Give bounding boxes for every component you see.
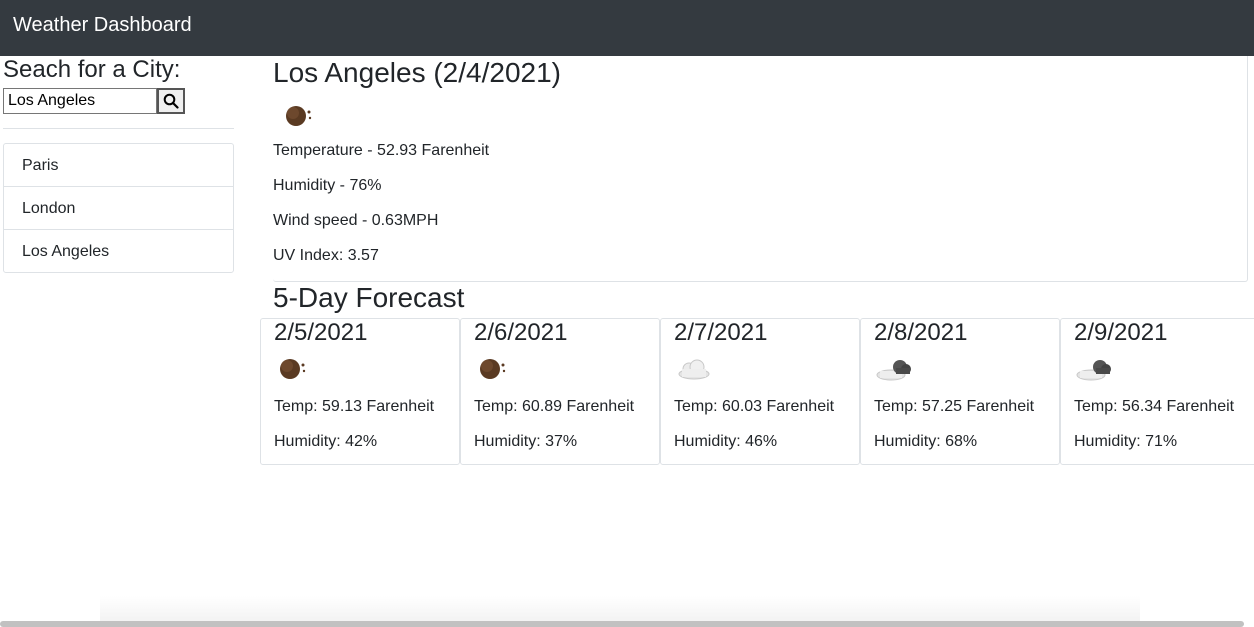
city-item-london[interactable]: London [4,187,233,230]
search-icon [163,93,179,109]
navbar: Weather Dashboard [0,0,1254,56]
city-search-input[interactable] [3,88,157,114]
forecast-temp: Temp: 56.34 Farenheit [1074,398,1235,415]
search-heading: Seach for a City: [3,56,181,83]
forecast-temp: Temp: 60.03 Farenheit [674,398,835,415]
forecast-temp: Temp: 57.25 Farenheit [874,398,1035,415]
forecast-date: 2/5/2021 [274,319,368,346]
search-button[interactable] [157,88,185,114]
cloud-icon [678,359,710,380]
clear-night-icon [280,359,306,379]
clear-night-icon [286,106,312,126]
horizontal-scrollbar[interactable] [0,621,1244,627]
forecast-card: 2/8/2021 Temp: 57.25 Farenheit Humidity:… [860,318,1060,465]
forecast-humidity: Humidity: 46% [674,433,778,450]
city-history-list: Paris London Los Angeles [3,143,234,273]
current-city-title: Los Angeles (2/4/2021) [273,57,561,88]
forecast-card: 2/5/2021 Temp: 59.13 Farenheit Humidity:… [260,318,460,465]
forecast-humidity: Humidity: 37% [474,433,578,450]
scroll-shadow [100,596,1140,621]
clear-night-icon [480,359,506,379]
forecast-date: 2/9/2021 [1074,319,1168,346]
current-wind-speed: Wind speed - 0.63MPH [273,212,439,229]
forecast-date: 2/7/2021 [674,319,768,346]
search-divider [3,128,234,129]
forecast-card: 2/7/2021 Temp: 60.03 Farenheit Humidity:… [660,318,860,465]
forecast-humidity: Humidity: 42% [274,433,378,450]
current-temperature: Temperature - 52.93 Farenheit [273,142,490,159]
brand-title: Weather Dashboard [13,14,192,36]
city-item-los-angeles[interactable]: Los Angeles [4,230,233,272]
broken-clouds-icon [1076,360,1111,381]
current-uv-index: UV Index: 3.57 [273,247,379,264]
forecast-humidity: Humidity: 68% [874,433,978,450]
current-humidity: Humidity - 76% [273,177,382,194]
forecast-humidity: Humidity: 71% [1074,433,1178,450]
forecast-date: 2/6/2021 [474,319,568,346]
forecast-title: 5-Day Forecast [273,282,465,313]
forecast-date: 2/8/2021 [874,319,968,346]
forecast-card: 2/6/2021 Temp: 60.89 Farenheit Humidity:… [460,318,660,465]
city-item-paris[interactable]: Paris [4,144,233,187]
forecast-card: 2/9/2021 Temp: 56.34 Farenheit Humidity:… [1060,318,1254,465]
broken-clouds-icon [876,360,911,381]
forecast-temp: Temp: 60.89 Farenheit [474,398,635,415]
forecast-temp: Temp: 59.13 Farenheit [274,398,435,415]
